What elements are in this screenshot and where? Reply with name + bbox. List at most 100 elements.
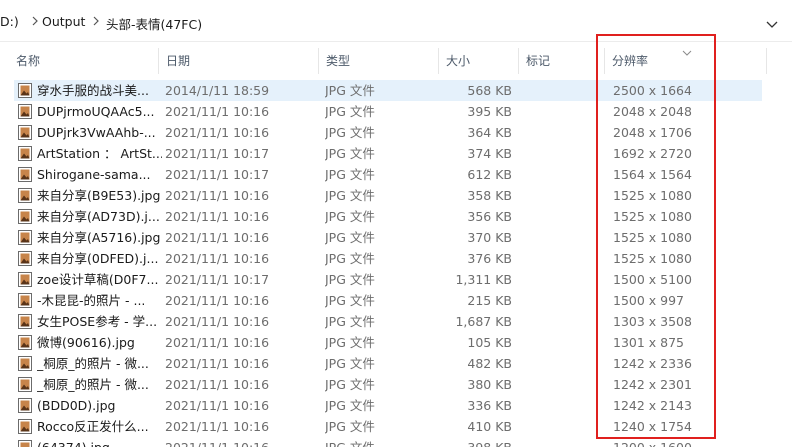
jpg-file-icon <box>18 419 32 434</box>
jpg-file-icon <box>18 104 32 119</box>
file-name: zoe设计草稿(D0F7... <box>37 272 159 287</box>
file-row[interactable]: zoe设计草稿(D0F7... 2021/11/1 10:17 JPG 文件 1,31… <box>0 269 792 290</box>
column-header-name[interactable]: 名称 <box>10 44 40 78</box>
file-date: 2021/11/1 10:16 <box>165 209 270 224</box>
file-row[interactable]: (64374).jpg2021/11/1 10:16 JPG 文件 398 KB 12… <box>0 437 792 447</box>
file-resolution: 1525 x 1080 <box>613 188 692 203</box>
column-header-row: 名称 日期 类型 大小 标记 分辨率 <box>0 44 792 78</box>
file-size: 612 KB <box>467 167 512 182</box>
breadcrumb-drive[interactable]: D:) <box>0 14 19 29</box>
file-row[interactable]: 女生POSE参考 - 学... 2021/11/1 10:16 JPG 文件 1,68… <box>0 311 792 332</box>
file-date: 2021/11/1 10:16 <box>165 125 270 140</box>
file-row[interactable]: ArtStation ： ArtSt... 2021/11/1 10:17 JPG … <box>0 143 792 164</box>
jpg-file-icon <box>18 398 32 413</box>
file-row[interactable]: DUPjrk3VwAAhb-... 2021/11/1 10:16 JPG 文件 36… <box>0 122 792 143</box>
jpg-file-icon <box>18 356 32 371</box>
file-list: 穿水手服的战斗美... 2014/1/11 18:59 JPG 文件 568 KB 25… <box>0 80 792 447</box>
file-row[interactable]: 穿水手服的战斗美... 2014/1/11 18:59 JPG 文件 568 KB 25… <box>0 80 792 101</box>
file-name: -木昆昆-的照片 - ... <box>37 293 146 308</box>
file-resolution: 1500 x 997 <box>613 293 685 308</box>
file-size: 380 KB <box>467 377 512 392</box>
column-header-type[interactable]: 类型 <box>320 44 350 78</box>
file-row[interactable]: Rocco反正发什么... 2021/11/1 10:16 JPG 文件 410 KB… <box>0 416 792 437</box>
file-resolution: 1500 x 5100 <box>613 272 692 287</box>
file-resolution: 1564 x 1564 <box>613 167 692 182</box>
file-resolution: 1240 x 1754 <box>613 419 692 434</box>
file-size: 398 KB <box>440 437 512 447</box>
file-resolution: 1525 x 1080 <box>613 230 692 245</box>
breadcrumb-output[interactable]: Output <box>42 14 85 29</box>
file-resolution: 1301 x 875 <box>613 335 685 350</box>
column-divider[interactable] <box>766 48 767 74</box>
file-row[interactable]: _桐原_的照片 - 微... 2021/11/1 10:16 JPG 文件 482 K… <box>0 353 792 374</box>
file-date: 2021/11/1 10:16 <box>165 335 270 350</box>
file-row[interactable]: DUPjrmoUQAAc5... 2021/11/1 10:16 JPG 文件 395… <box>0 101 792 122</box>
breadcrumb-current-folder[interactable]: 头部-表情(47FC) <box>106 14 202 33</box>
file-name: 来自分享(A5716).jpg <box>37 230 161 245</box>
file-name: 来自分享(AD73D).j... <box>37 209 160 224</box>
column-header-size[interactable]: 大小 <box>440 44 470 78</box>
file-resolution: 1200 x 1600 <box>613 437 713 447</box>
jpg-file-icon <box>18 146 32 161</box>
file-name: 穿水手服的战斗美... <box>37 83 149 98</box>
file-row[interactable]: _桐原_的照片 - 微... 2021/11/1 10:16 JPG 文件 380 K… <box>0 374 792 395</box>
jpg-file-icon <box>18 230 32 245</box>
column-header-resolution[interactable]: 分辨率 <box>606 44 648 78</box>
file-resolution: 2048 x 2048 <box>613 104 692 119</box>
file-date: 2021/11/1 10:16 <box>165 419 270 434</box>
file-row[interactable]: 微博(90616).jpg 2021/11/1 10:16 JPG 文件 105 KB… <box>0 332 792 353</box>
file-size: 1,687 KB <box>455 314 512 329</box>
jpg-file-icon <box>18 188 32 203</box>
file-resolution: 1525 x 1080 <box>613 251 692 266</box>
file-size: 105 KB <box>467 335 512 350</box>
column-divider[interactable] <box>518 48 519 74</box>
file-size: 1,311 KB <box>455 272 512 287</box>
file-row[interactable]: 来自分享(A5716).jpg 2021/11/1 10:16 JPG 文件 370 … <box>0 227 792 248</box>
file-name: 来自分享(0DFED).j... <box>37 251 159 266</box>
file-row[interactable]: 来自分享(0DFED).j... 2021/11/1 10:16 JPG 文件 376… <box>0 248 792 269</box>
file-date: 2021/11/1 10:16 <box>165 356 270 371</box>
address-bar[interactable]: D:) Output 头部-表情(47FC) <box>0 0 792 42</box>
file-name: DUPjrk3VwAAhb-... <box>37 125 156 140</box>
file-row[interactable]: Shirogane-sama... 2021/11/1 10:17 JPG 文件 61… <box>0 164 792 185</box>
file-date: 2021/11/1 10:16 <box>165 104 270 119</box>
file-type: JPG 文件 <box>325 293 375 308</box>
file-type: JPG 文件 <box>325 377 375 392</box>
jpg-file-icon <box>18 293 32 308</box>
file-resolution: 1242 x 2301 <box>613 377 692 392</box>
column-header-date[interactable]: 日期 <box>160 44 190 78</box>
file-size: 395 KB <box>467 104 512 119</box>
jpg-file-icon <box>18 209 32 224</box>
column-header-tag[interactable]: 标记 <box>520 44 550 78</box>
file-type: JPG 文件 <box>325 437 435 447</box>
file-date: 2021/11/1 10:17 <box>165 272 270 287</box>
file-date: 2021/11/1 10:16 <box>165 377 270 392</box>
file-row[interactable]: -木昆昆-的照片 - ... 2021/11/1 10:16 JPG 文件 215 K… <box>0 290 792 311</box>
jpg-file-icon <box>18 251 32 266</box>
column-divider[interactable] <box>158 48 159 74</box>
file-row[interactable]: 来自分享(B9E53).jpg 2021/11/1 10:16 JPG 文件 358 … <box>0 185 792 206</box>
column-divider[interactable] <box>604 48 605 74</box>
column-divider[interactable] <box>318 48 319 74</box>
file-row[interactable]: 来自分享(AD73D).j... 2021/11/1 10:16 JPG 文件 356… <box>0 206 792 227</box>
file-row[interactable]: (BDD0D).jpg 2021/11/1 10:16 JPG 文件 336 KB 12… <box>0 395 792 416</box>
file-name: ArtStation ： ArtSt... <box>37 146 162 161</box>
file-resolution: 2500 x 1664 <box>613 83 692 98</box>
file-name: Shirogane-sama... <box>37 167 151 182</box>
file-type: JPG 文件 <box>325 83 375 98</box>
column-divider[interactable] <box>438 48 439 74</box>
file-name: (BDD0D).jpg <box>37 398 116 413</box>
jpg-file-icon <box>18 272 32 287</box>
jpg-file-icon <box>18 167 32 182</box>
file-type: JPG 文件 <box>325 356 375 371</box>
file-date: 2021/11/1 10:16 <box>165 251 270 266</box>
file-date: 2021/11/1 10:16 <box>165 437 315 447</box>
jpg-file-icon <box>18 125 32 140</box>
file-type: JPG 文件 <box>325 167 375 182</box>
jpg-file-icon <box>18 440 32 447</box>
file-type: JPG 文件 <box>325 104 375 119</box>
file-size: 215 KB <box>467 293 512 308</box>
jpg-file-icon <box>18 314 32 329</box>
file-date: 2021/11/1 10:16 <box>165 188 270 203</box>
chevron-down-icon[interactable] <box>762 14 782 34</box>
